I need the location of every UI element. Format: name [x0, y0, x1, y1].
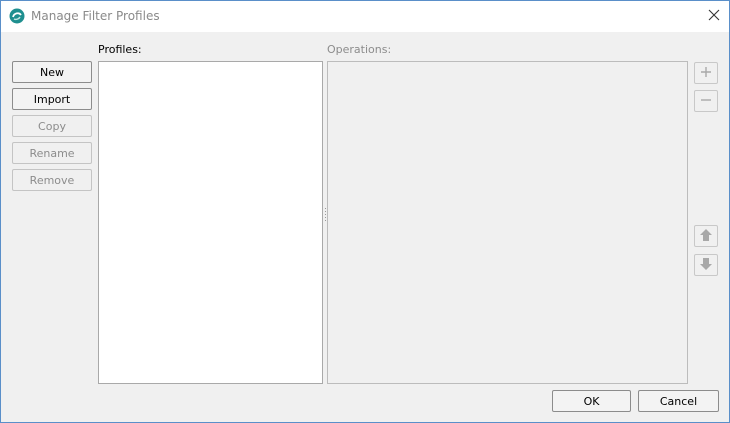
rename-profile-button[interactable]: Rename — [12, 142, 92, 164]
ok-button[interactable]: OK — [552, 390, 631, 412]
arrow-down-icon — [699, 257, 713, 274]
cancel-button[interactable]: Cancel — [638, 390, 719, 412]
operations-label: Operations: — [327, 43, 392, 56]
close-icon — [708, 9, 720, 24]
remove-operation-button[interactable] — [694, 90, 718, 112]
manage-filter-profiles-dialog: Manage Filter Profiles New Import Copy R… — [0, 0, 730, 423]
copy-profile-button[interactable]: Copy — [12, 115, 92, 137]
window-title: Manage Filter Profiles — [31, 9, 160, 23]
plus-icon — [700, 66, 712, 81]
import-profile-button[interactable]: Import — [12, 88, 92, 110]
remove-profile-button[interactable]: Remove — [12, 169, 92, 191]
minus-icon — [700, 94, 712, 109]
arrow-up-icon — [699, 228, 713, 245]
move-down-button[interactable] — [694, 254, 718, 276]
profiles-label: Profiles: — [98, 43, 142, 56]
profiles-list[interactable] — [98, 61, 323, 384]
new-profile-button[interactable]: New — [12, 61, 92, 83]
close-button[interactable] — [699, 1, 729, 32]
add-operation-button[interactable] — [694, 62, 718, 84]
app-logo-icon — [9, 8, 25, 24]
title-bar: Manage Filter Profiles — [1, 1, 729, 32]
move-up-button[interactable] — [694, 225, 718, 247]
operations-list[interactable] — [327, 61, 688, 384]
